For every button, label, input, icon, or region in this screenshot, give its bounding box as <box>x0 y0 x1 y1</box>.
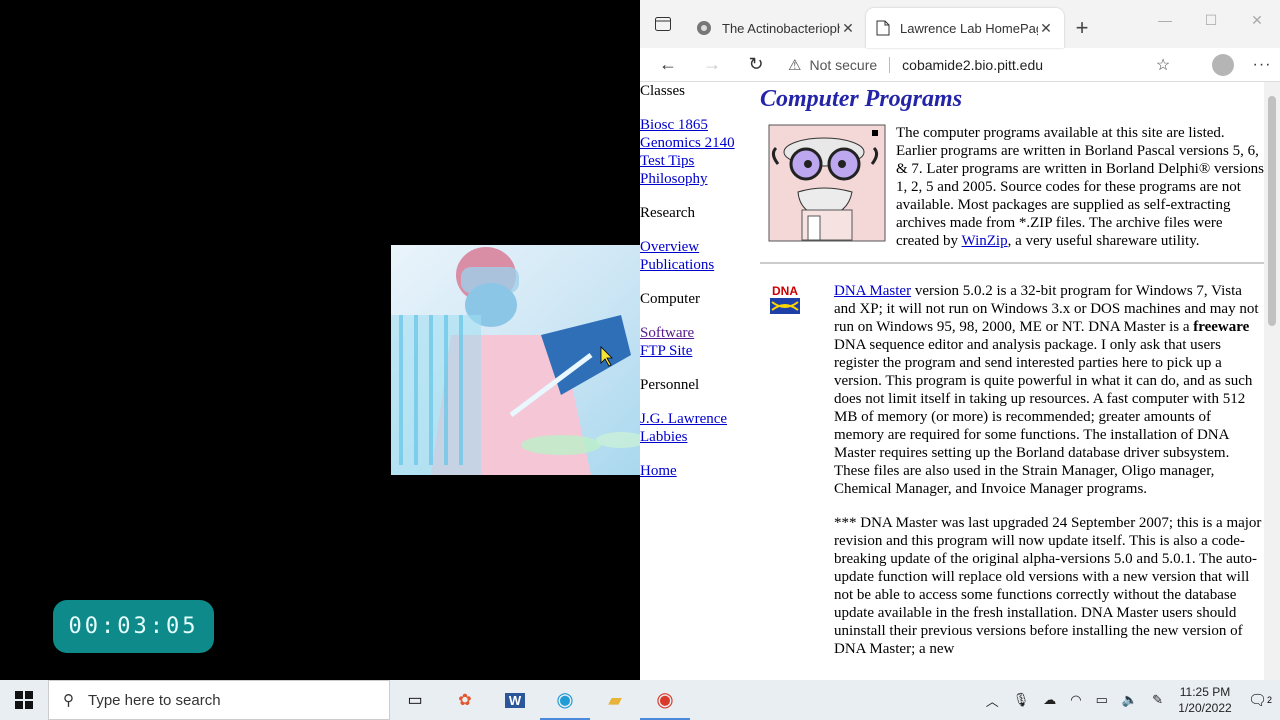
lab-scientist-image <box>391 245 640 475</box>
task-view-icon[interactable]: ▭ <box>390 680 440 720</box>
word-icon[interactable]: W <box>490 680 540 720</box>
close-window-icon[interactable]: ✕ <box>1234 0 1280 40</box>
site-navigation: Classes Biosc 1865 Genomics 2140 Test Ti… <box>640 82 758 496</box>
professor-cartoon-icon <box>768 124 886 242</box>
intro-paragraph: The computer programs available at this … <box>896 125 1264 249</box>
winzip-link[interactable]: WinZip <box>962 233 1008 249</box>
section-divider <box>760 262 1264 264</box>
classes-heading: Classes <box>640 83 685 99</box>
nav-link-home[interactable]: Home <box>640 462 758 480</box>
scrollbar-thumb[interactable] <box>1268 96 1276 326</box>
refresh-button[interactable]: ↻ <box>734 49 778 81</box>
pen-icon[interactable]: ✎ <box>1152 692 1163 708</box>
menu-dots-icon[interactable]: ··· <box>1250 56 1274 74</box>
video-background: 00:03:05 <box>0 0 640 680</box>
address-bar: ← → ↻ ⚠ Not secure cobamide2.bio.pitt.ed… <box>640 48 1280 82</box>
page-viewport: Classes Biosc 1865 Genomics 2140 Test Ti… <box>640 82 1280 680</box>
page-scrollbar[interactable] <box>1264 82 1280 680</box>
clock-date: 1/20/2022 <box>1178 701 1232 715</box>
windows-taskbar: ⚲ Type here to search ▭ ✿ W ◉ ▰ ◉ ︿ 🎙 ☁ … <box>0 680 1280 720</box>
minimize-icon[interactable]: — <box>1142 0 1188 40</box>
recorder-app-icon[interactable]: ◉ <box>640 680 690 720</box>
url-text: cobamide2.bio.pitt.edu <box>902 56 1044 73</box>
close-icon[interactable]: ✕ <box>840 20 856 37</box>
clock-time: 11:25 PM <box>1179 685 1231 699</box>
freeware-label: freeware <box>1193 319 1250 335</box>
file-explorer-icon[interactable]: ▰ <box>590 680 640 720</box>
page-title: Computer Programs <box>760 86 963 112</box>
taskbar-clock[interactable]: 11:25 PM 1/20/2022 <box>1170 684 1240 716</box>
windows-logo-icon <box>15 691 33 709</box>
close-icon[interactable]: ✕ <box>1038 20 1054 37</box>
tab-title: Lawrence Lab HomePage <box>900 20 1038 36</box>
nav-link-philosophy[interactable]: Philosophy <box>640 170 758 188</box>
url-field[interactable]: ⚠ Not secure cobamide2.bio.pitt.edu ☆ <box>778 50 1188 80</box>
tab-actions-button[interactable] <box>640 0 686 48</box>
taskbar-search-box[interactable]: ⚲ Type here to search <box>48 680 390 720</box>
favorite-star-icon[interactable]: ☆ <box>1148 55 1178 75</box>
browser-window: The Actinobacteriophage ✕ Lawrence Lab H… <box>640 0 1280 680</box>
dna-master-section: DNA DNA Master version 5.0.2 is a 32-bit… <box>760 282 1264 674</box>
url-divider <box>889 56 891 73</box>
profile-avatar[interactable] <box>1212 53 1234 76</box>
personnel-heading: Personnel <box>640 377 700 393</box>
forward-button[interactable]: → <box>690 49 734 81</box>
not-secure-label: Not secure <box>809 56 878 73</box>
nav-link-jg-lawrence[interactable]: J.G. Lawrence <box>640 410 758 428</box>
computer-heading: Computer <box>640 291 700 307</box>
elapsed-timer: 00:03:05 <box>53 600 214 653</box>
research-heading: Research <box>640 205 695 221</box>
dna-update-note: *** DNA Master was last upgraded 24 Sept… <box>834 515 1262 657</box>
nav-link-ftp-site[interactable]: FTP Site <box>640 342 758 360</box>
window-controls: — ☐ ✕ <box>1142 0 1280 40</box>
nav-link-test-tips[interactable]: Test Tips <box>640 152 758 170</box>
volume-icon[interactable]: 🔈 <box>1122 692 1138 708</box>
chevron-up-icon[interactable]: ︿ <box>986 691 999 710</box>
edge-browser-icon[interactable]: ◉ <box>540 680 590 720</box>
maximize-icon[interactable]: ☐ <box>1188 0 1234 40</box>
dna-master-link[interactable]: DNA Master <box>834 283 911 299</box>
phage-favicon-icon <box>697 21 711 35</box>
start-button[interactable] <box>0 680 48 720</box>
dna-logo-text: DNA <box>772 284 798 298</box>
warning-icon: ⚠ <box>788 56 802 74</box>
tab-bar: The Actinobacteriophage ✕ Lawrence Lab H… <box>640 0 1280 48</box>
new-tab-button[interactable]: + <box>1064 8 1100 48</box>
nav-link-software[interactable]: Software <box>640 324 758 342</box>
wifi-icon[interactable]: ◠ <box>1070 692 1081 708</box>
notification-center-icon[interactable]: 🗨 2 <box>1240 680 1280 720</box>
intro-section: The computer programs available at this … <box>760 124 1264 250</box>
lab-scene-illustration <box>391 245 640 475</box>
tab-actions-icon <box>655 17 671 31</box>
app-icon-paint[interactable]: ✿ <box>440 680 490 720</box>
search-icon: ⚲ <box>63 692 74 709</box>
microphone-icon[interactable]: 🎙 <box>1013 692 1030 708</box>
system-tray: ︿ 🎙 ☁ ◠ ▭ 🔈 ✎ 11:25 PM 1/20/2022 🗨 2 <box>979 680 1280 720</box>
page-favicon-icon <box>876 20 890 36</box>
nav-link-labbies[interactable]: Labbies <box>640 428 758 446</box>
nav-link-biosc-1865[interactable]: Biosc 1865 <box>640 116 758 134</box>
dna-master-logo-icon: DNA <box>768 282 802 316</box>
nav-link-genomics-2140[interactable]: Genomics 2140 <box>640 134 758 152</box>
nav-link-publications[interactable]: Publications <box>640 256 758 274</box>
tab-actinobacteriophage[interactable]: The Actinobacteriophage ✕ <box>686 8 866 48</box>
tab-title: The Actinobacteriophage <box>722 20 840 36</box>
search-placeholder: Type here to search <box>88 691 221 709</box>
nav-link-overview[interactable]: Overview <box>640 238 758 256</box>
dna-master-description: DNA Master version 5.0.2 is a 32-bit pro… <box>834 282 1264 674</box>
tab-lawrence-lab[interactable]: Lawrence Lab HomePage ✕ <box>866 8 1064 48</box>
battery-icon[interactable]: ▭ <box>1096 692 1108 708</box>
back-button[interactable]: ← <box>646 49 690 81</box>
main-content: Computer Programs The computer programs … <box>760 82 1264 674</box>
cloud-icon[interactable]: ☁ <box>1043 692 1056 708</box>
